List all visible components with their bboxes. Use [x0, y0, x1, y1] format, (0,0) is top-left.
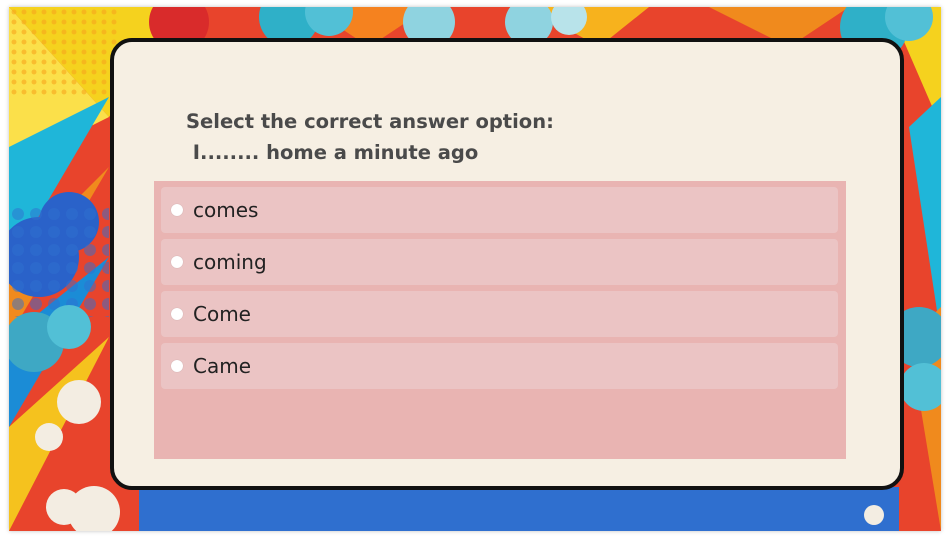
comic-background: Select the correct answer option: I.....… [9, 7, 941, 531]
question-sentence: I........ home a minute ago [186, 141, 479, 164]
option-label: coming [193, 250, 267, 274]
option-label: Come [193, 302, 251, 326]
option-came[interactable]: Came [161, 343, 838, 389]
radio-button[interactable] [171, 360, 183, 372]
question-text: Select the correct answer option: I.....… [186, 106, 554, 168]
option-come[interactable]: Come [161, 291, 838, 337]
radio-button[interactable] [171, 256, 183, 268]
radio-button[interactable] [171, 204, 183, 216]
answer-options: comes coming Come Came [154, 181, 846, 459]
quiz-card: Select the correct answer option: I.....… [110, 38, 904, 490]
option-coming[interactable]: coming [161, 239, 838, 285]
option-label: comes [193, 198, 259, 222]
option-comes[interactable]: comes [161, 187, 838, 233]
option-label: Came [193, 354, 252, 378]
radio-button[interactable] [171, 308, 183, 320]
question-prompt: Select the correct answer option: [186, 110, 554, 133]
